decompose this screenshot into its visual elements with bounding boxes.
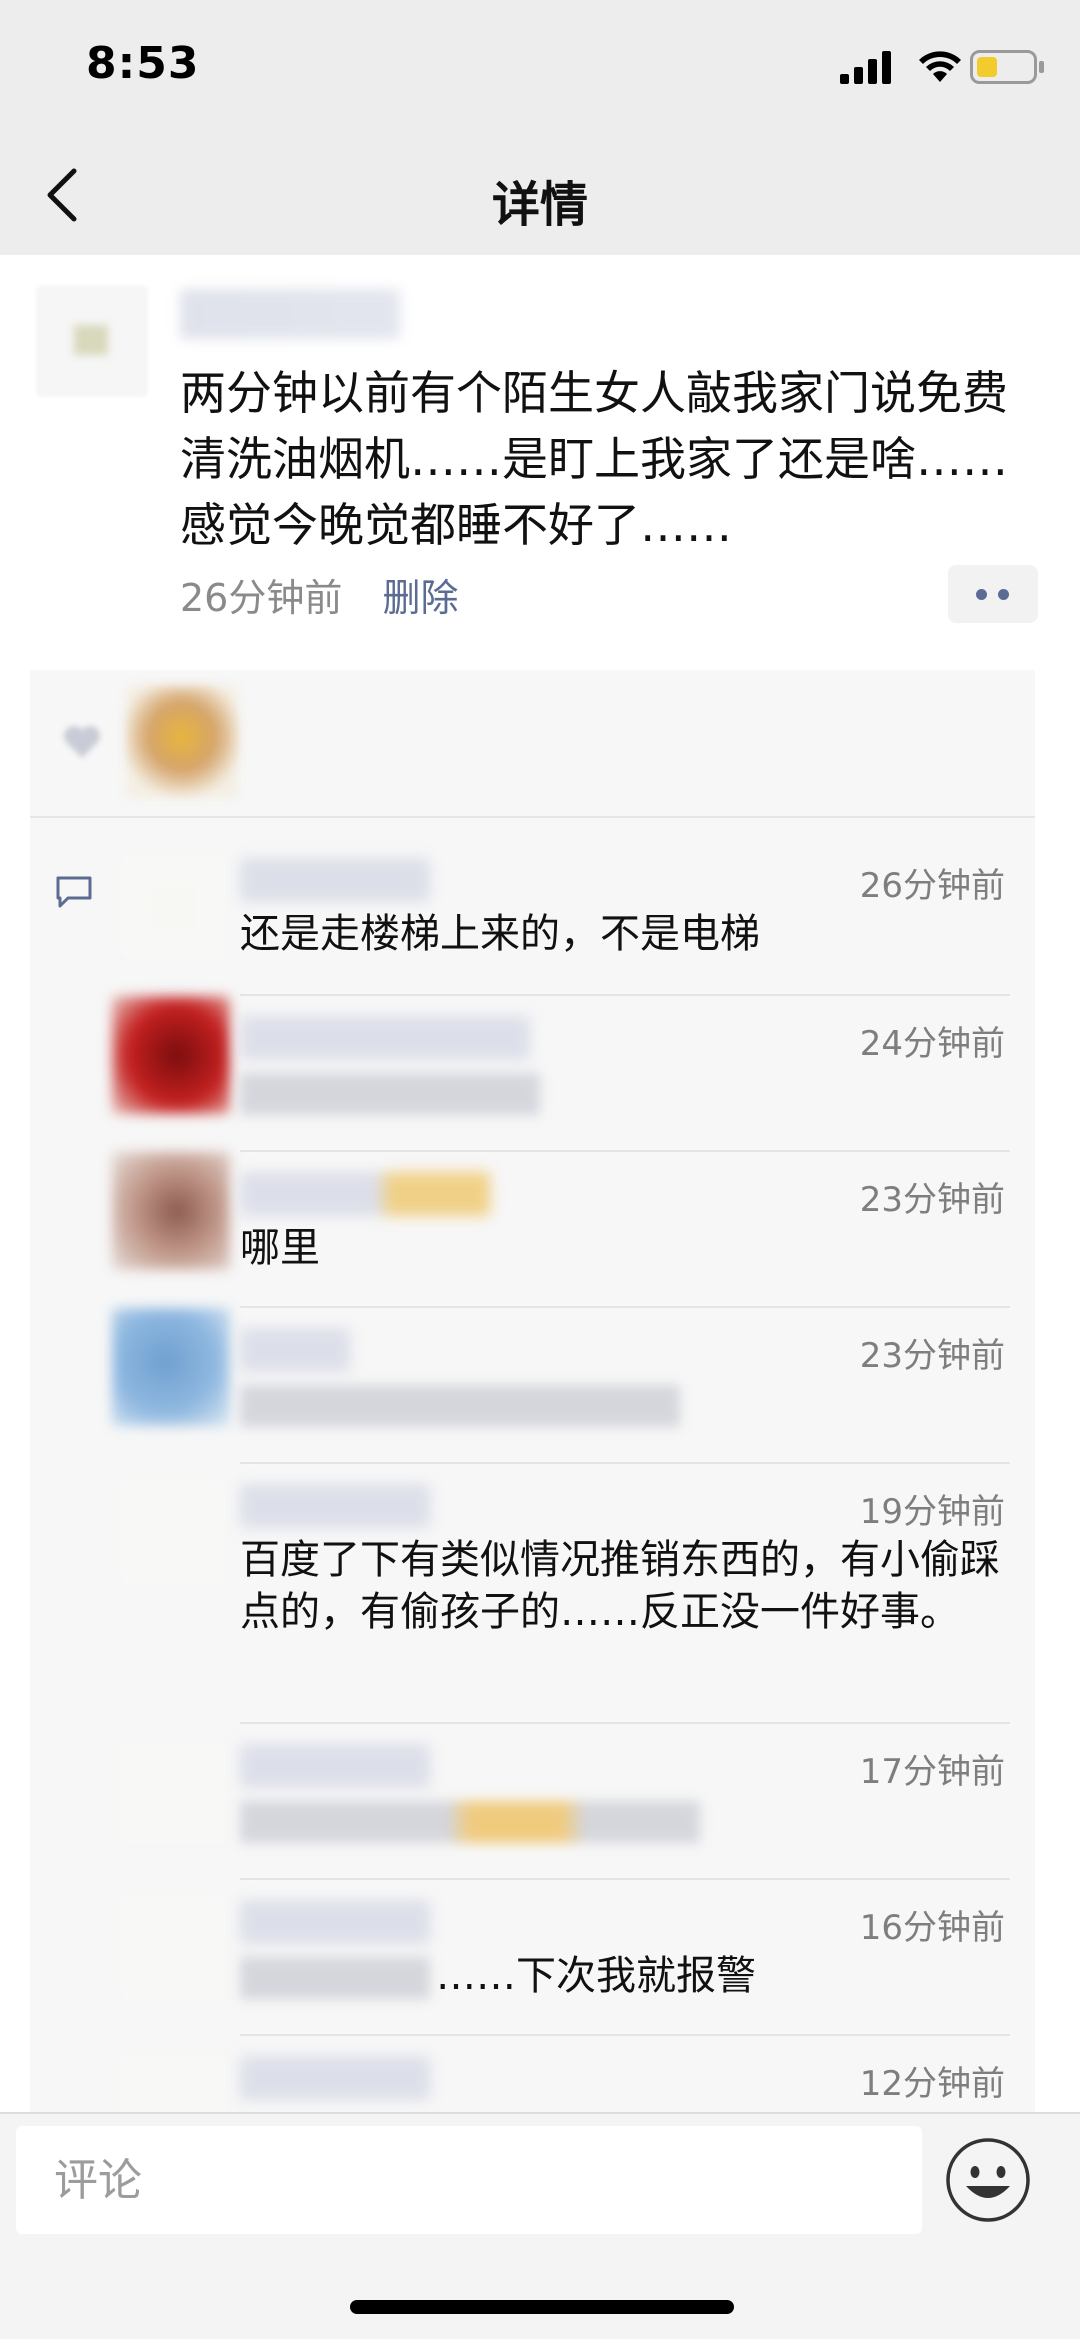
- likes-row: [30, 670, 1035, 818]
- comment-time: 16分钟前: [859, 1908, 1005, 1948]
- liker-avatar[interactable]: [126, 686, 238, 798]
- status-time: 8:53: [86, 38, 200, 89]
- delete-link[interactable]: 删除: [382, 576, 458, 620]
- commenter-avatar[interactable]: [112, 1152, 230, 1270]
- commenter-name-blurred[interactable]: [240, 1328, 350, 1372]
- blurred-text: [240, 1957, 430, 1999]
- commenter-name-blurred[interactable]: [240, 1900, 430, 1944]
- comment-time: 23分钟前: [859, 1336, 1005, 1376]
- commenter-avatar[interactable]: [122, 1898, 224, 2000]
- emoji-icon[interactable]: [944, 2136, 1032, 2224]
- commenter-avatar[interactable]: [122, 856, 224, 958]
- heart-icon: [64, 726, 100, 758]
- comment-item[interactable]: 23分钟前: [30, 1308, 1035, 1464]
- comment-text-blurred: [240, 1794, 1010, 1846]
- commenter-avatar[interactable]: [122, 1742, 224, 1844]
- author-name-blurred[interactable]: [180, 289, 400, 339]
- post-time: 26分钟前: [180, 576, 343, 620]
- comment-text: 还是走楼梯上来的，不是电梯: [240, 911, 760, 957]
- commenter-name-blurred[interactable]: [240, 1484, 430, 1528]
- commenter-avatar[interactable]: [122, 1482, 224, 1584]
- blurred-text: [240, 1801, 700, 1843]
- comment-time: 19分钟前: [859, 1492, 1005, 1532]
- comment-item[interactable]: 17分钟前: [30, 1724, 1035, 1880]
- signal-icon: [840, 51, 891, 84]
- commenter-name-blurred[interactable]: [240, 2056, 430, 2100]
- comment-text: 哪里: [240, 1225, 320, 1271]
- comment-item[interactable]: 26分钟前 还是走楼梯上来的，不是电梯: [30, 838, 1035, 996]
- comment-item[interactable]: 23分钟前 哪里: [30, 1152, 1035, 1308]
- comment-item[interactable]: 19分钟前 百度了下有类似情况推销东西的，有小偷踩点的，有偷孩子的……反正没一件…: [30, 1464, 1035, 1724]
- author-avatar[interactable]: [36, 285, 148, 397]
- comment-text: ……下次我就报警: [436, 1953, 756, 1999]
- comment-text-blurred: [240, 1378, 1010, 1430]
- more-dot-icon: [976, 589, 987, 600]
- comment-item[interactable]: 24分钟前: [30, 996, 1035, 1152]
- commenter-name-blurred[interactable]: [240, 858, 430, 902]
- comment-text-wrap: ……下次我就报警: [240, 1950, 1010, 2002]
- battery-icon: [970, 50, 1044, 84]
- post-meta: 26分钟前 删除: [180, 567, 458, 622]
- more-dot-icon: [998, 589, 1009, 600]
- status-bar: 8:53: [0, 0, 1080, 135]
- comment-time: 17分钟前: [859, 1752, 1005, 1792]
- comment-time: 24分钟前: [859, 1024, 1005, 1064]
- comment-item[interactable]: 12分钟前: [30, 2036, 1035, 2120]
- feedback-area: 26分钟前 还是走楼梯上来的，不是电梯 24分钟前 23分钟前 哪里 23分钟前…: [30, 670, 1035, 2120]
- wifi-icon: [919, 51, 961, 82]
- comment-text: 百度了下有类似情况推销东西的，有小偷踩点的，有偷孩子的……反正没一件好事。: [240, 1537, 1000, 1635]
- home-indicator: [350, 2300, 734, 2314]
- comment-item[interactable]: 16分钟前 ……下次我就报警: [30, 1880, 1035, 2036]
- comment-input[interactable]: [16, 2126, 922, 2234]
- commenter-name-blurred[interactable]: [240, 1016, 530, 1060]
- comment-time: 26分钟前: [859, 866, 1005, 906]
- commenter-name-blurred[interactable]: [240, 1744, 430, 1788]
- comment-text-blurred: [240, 1066, 1010, 1118]
- comment-time: 23分钟前: [859, 1180, 1005, 1220]
- page-title: 详情: [491, 177, 588, 233]
- comment-time: 12分钟前: [859, 2064, 1005, 2104]
- commenter-name-blurred[interactable]: [240, 1172, 490, 1216]
- commenter-avatar[interactable]: [112, 996, 230, 1114]
- commenter-avatar[interactable]: [122, 2054, 224, 2120]
- blurred-text: [240, 1073, 540, 1115]
- commenter-avatar[interactable]: [112, 1308, 230, 1426]
- blurred-text: [240, 1385, 680, 1427]
- post-text: 两分钟以前有个陌生女人敲我家门说免费清洗油烟机……是盯上我家了还是啥……感觉今晚…: [180, 366, 1008, 552]
- nav-bar: 详情: [0, 135, 1080, 255]
- more-options-button[interactable]: [948, 565, 1038, 623]
- moment-post: 两分钟以前有个陌生女人敲我家门说免费清洗油烟机……是盯上我家了还是啥……感觉今晚…: [0, 255, 1080, 665]
